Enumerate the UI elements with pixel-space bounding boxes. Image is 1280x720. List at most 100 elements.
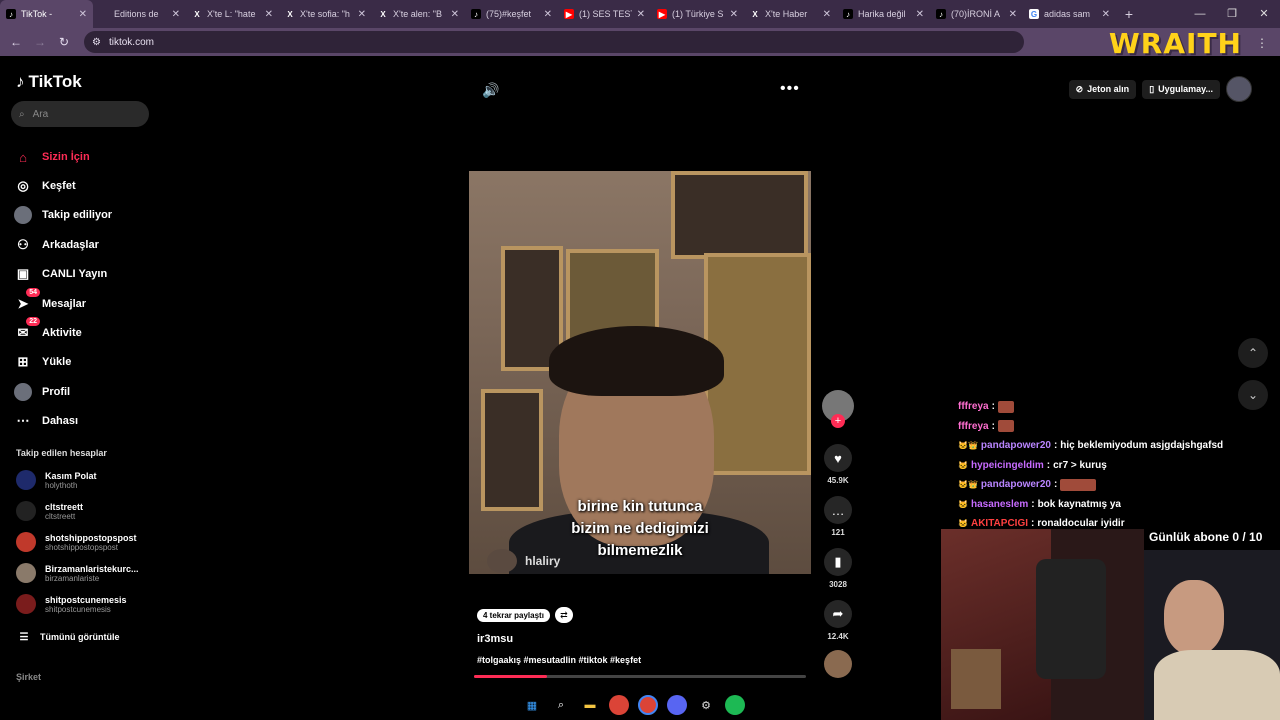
sidebar-item-home[interactable]: ⌂ Sizin İçin [14,148,90,166]
more-icon: ⋯ [16,413,30,428]
sidebar-item-compass[interactable]: ◎ Keşfet [14,177,75,195]
spotify-icon[interactable] [725,695,745,715]
sidebar-item-more[interactable]: ⋯ Dahası [14,412,79,430]
account-avatar [16,470,36,490]
followed-account[interactable]: shotshippostopspost shotshippostopspost [16,532,137,552]
repost-icon[interactable]: ⇄ [554,607,573,623]
followed-account[interactable]: shitpostcunemesis shitpostcunemesis [16,594,127,614]
taskbar: ▦ ⌕ ▬ ⚙ [522,692,745,718]
chat-separator: : [1053,440,1058,452]
close-window-icon[interactable]: ✕ [1248,0,1280,28]
chat-username: fffreya [958,401,989,413]
close-tab-icon[interactable]: ✕ [172,9,180,20]
account-avatar [16,501,36,521]
get-app-label: Uygulamay... [1158,84,1213,94]
url-input[interactable]: ⚙ tiktok.com [84,31,1024,53]
discord-icon[interactable] [667,695,687,715]
forward-icon[interactable]: → [28,35,52,49]
close-tab-icon[interactable]: ✕ [358,9,366,20]
comment-button[interactable]: … 121 [820,496,856,537]
browser-tab[interactable]: ▶ (1) Türkiye S ✕ [651,0,744,28]
followed-account[interactable]: Kasım Polat holythoth [16,470,97,490]
live-icon: ▣ [16,266,30,281]
site-info-icon[interactable]: ⚙ [92,37,101,48]
sound-disc[interactable] [820,650,856,678]
followed-account[interactable]: Birzamanlaristekurc... birzamanlariste [16,563,139,583]
close-tab-icon[interactable]: ✕ [1009,9,1017,20]
browser-tab[interactable]: ♪ (70)İRONİ A ✕ [930,0,1023,28]
minimize-icon[interactable]: — [1184,0,1216,28]
tiktok-icon: ♪ [936,9,946,19]
volume-icon[interactable]: 🔊 [482,82,499,99]
chat-message: fffreya: [958,397,1278,417]
browser-tab[interactable]: ▶ (1) SES TEST ✕ [558,0,651,28]
close-tab-icon[interactable]: ✕ [1102,9,1110,20]
back-icon[interactable]: ← [4,35,28,49]
sidebar-item-upload[interactable]: ⊞ Yükle [14,353,72,371]
browser-tab[interactable]: ♪ (75)#keşfet ✕ [465,0,558,28]
follow-plus-icon[interactable]: + [831,414,845,428]
close-tab-icon[interactable]: ✕ [265,9,273,20]
close-tab-icon[interactable]: ✕ [451,9,459,20]
save-button[interactable]: ▮ 3028 [820,548,856,589]
browser-tab[interactable]: X X'te alen: "B ✕ [372,0,465,28]
sidebar-item-live[interactable]: ▣ CANLI Yayın [14,265,107,283]
close-tab-icon[interactable]: ✕ [79,9,87,20]
account-avatar [16,563,36,583]
webcam-streamer [1144,550,1280,720]
company-section-title[interactable]: Şirket [16,672,41,682]
browser-tab[interactable]: X X'te sofia: "h ✕ [279,0,372,28]
browser-tab[interactable]: X X'te L: "hate ✕ [186,0,279,28]
new-tab-icon[interactable]: + [1116,6,1142,22]
share-button[interactable]: ➦ 12.4K [820,600,856,641]
reload-icon[interactable]: ↻ [52,35,76,49]
tab-title: X'te alen: "B [393,9,442,19]
account-username: holythoth [45,480,78,490]
browser-tab[interactable]: ♪ TikTok - ✕ [0,0,93,28]
see-all-label: Tümünü görüntüle [40,632,120,642]
close-tab-icon[interactable]: ✕ [730,9,738,20]
video-progress-bar[interactable] [474,675,806,678]
creator-avatar[interactable]: + [820,390,856,428]
browser-tab[interactable]: Gadidas sam ✕ [1023,0,1116,28]
chat-username: AKITAPCIGI [970,518,1029,530]
close-tab-icon[interactable]: ✕ [916,9,924,20]
browser-menu-icon[interactable]: ⋮ [1256,36,1268,50]
browser-tab[interactable]: Editions de ✕ [93,0,186,28]
like-count: 45.9K [827,476,849,485]
followed-account[interactable]: cltstreett cltstreett [16,501,83,521]
browser-tab[interactable]: X X'te Haber ✕ [744,0,837,28]
sidebar-item-friends[interactable]: ⚇ Arkadaşlar [14,236,99,254]
video-hashtags[interactable]: #tolgaakış #mesutadlin #tiktok #keşfet [477,655,641,665]
sidebar-item-following-avatar[interactable]: Takip ediliyor [14,206,112,224]
restore-icon[interactable]: ❐ [1216,0,1248,28]
get-coins-button[interactable]: ⊘ Jeton alın [1068,79,1137,99]
sidebar-item-activity[interactable]: ✉ 22 Aktivite [14,317,82,342]
video-progress-fill [474,675,548,678]
chrome-icon[interactable] [609,695,629,715]
chrome-active-icon[interactable] [638,695,658,715]
windows-start-icon[interactable]: ▦ [522,695,542,715]
previous-video-button[interactable]: ⌃ [1238,338,1268,368]
video-username[interactable]: ir3msu [477,633,513,645]
more-options-icon[interactable]: ••• [780,80,800,98]
repost-label[interactable]: 4 tekrar paylaştı [477,608,550,622]
close-tab-icon[interactable]: ✕ [637,9,645,20]
video-player[interactable]: birine kin tutunca bizim ne dedigimizi b… [469,171,811,574]
file-explorer-icon[interactable]: ▬ [580,695,600,715]
app-icon[interactable]: ⚙ [696,695,716,715]
close-tab-icon[interactable]: ✕ [823,9,831,20]
sidebar-item-profile[interactable]: Profil [14,383,70,401]
search-input[interactable]: ⌕ Ara [11,101,149,127]
profile-avatar[interactable] [1226,76,1252,102]
taskbar-search-icon[interactable]: ⌕ [551,695,571,715]
see-all-link[interactable]: ☰ Tümünü görüntüle [18,628,120,646]
sidebar-item-messages[interactable]: ➤ 54 Mesajlar [14,288,86,313]
browser-tab[interactable]: ♪ Harika değil ✕ [837,0,930,28]
like-button[interactable]: ♥ 45.9K [820,444,856,485]
get-app-button[interactable]: ▯ Uygulamay... [1142,79,1220,99]
messages-icon: ➤ 54 [14,288,40,313]
close-tab-icon[interactable]: ✕ [544,9,552,20]
painting-frame [481,389,543,511]
tiktok-logo[interactable]: ♪ TikTok [16,72,82,92]
